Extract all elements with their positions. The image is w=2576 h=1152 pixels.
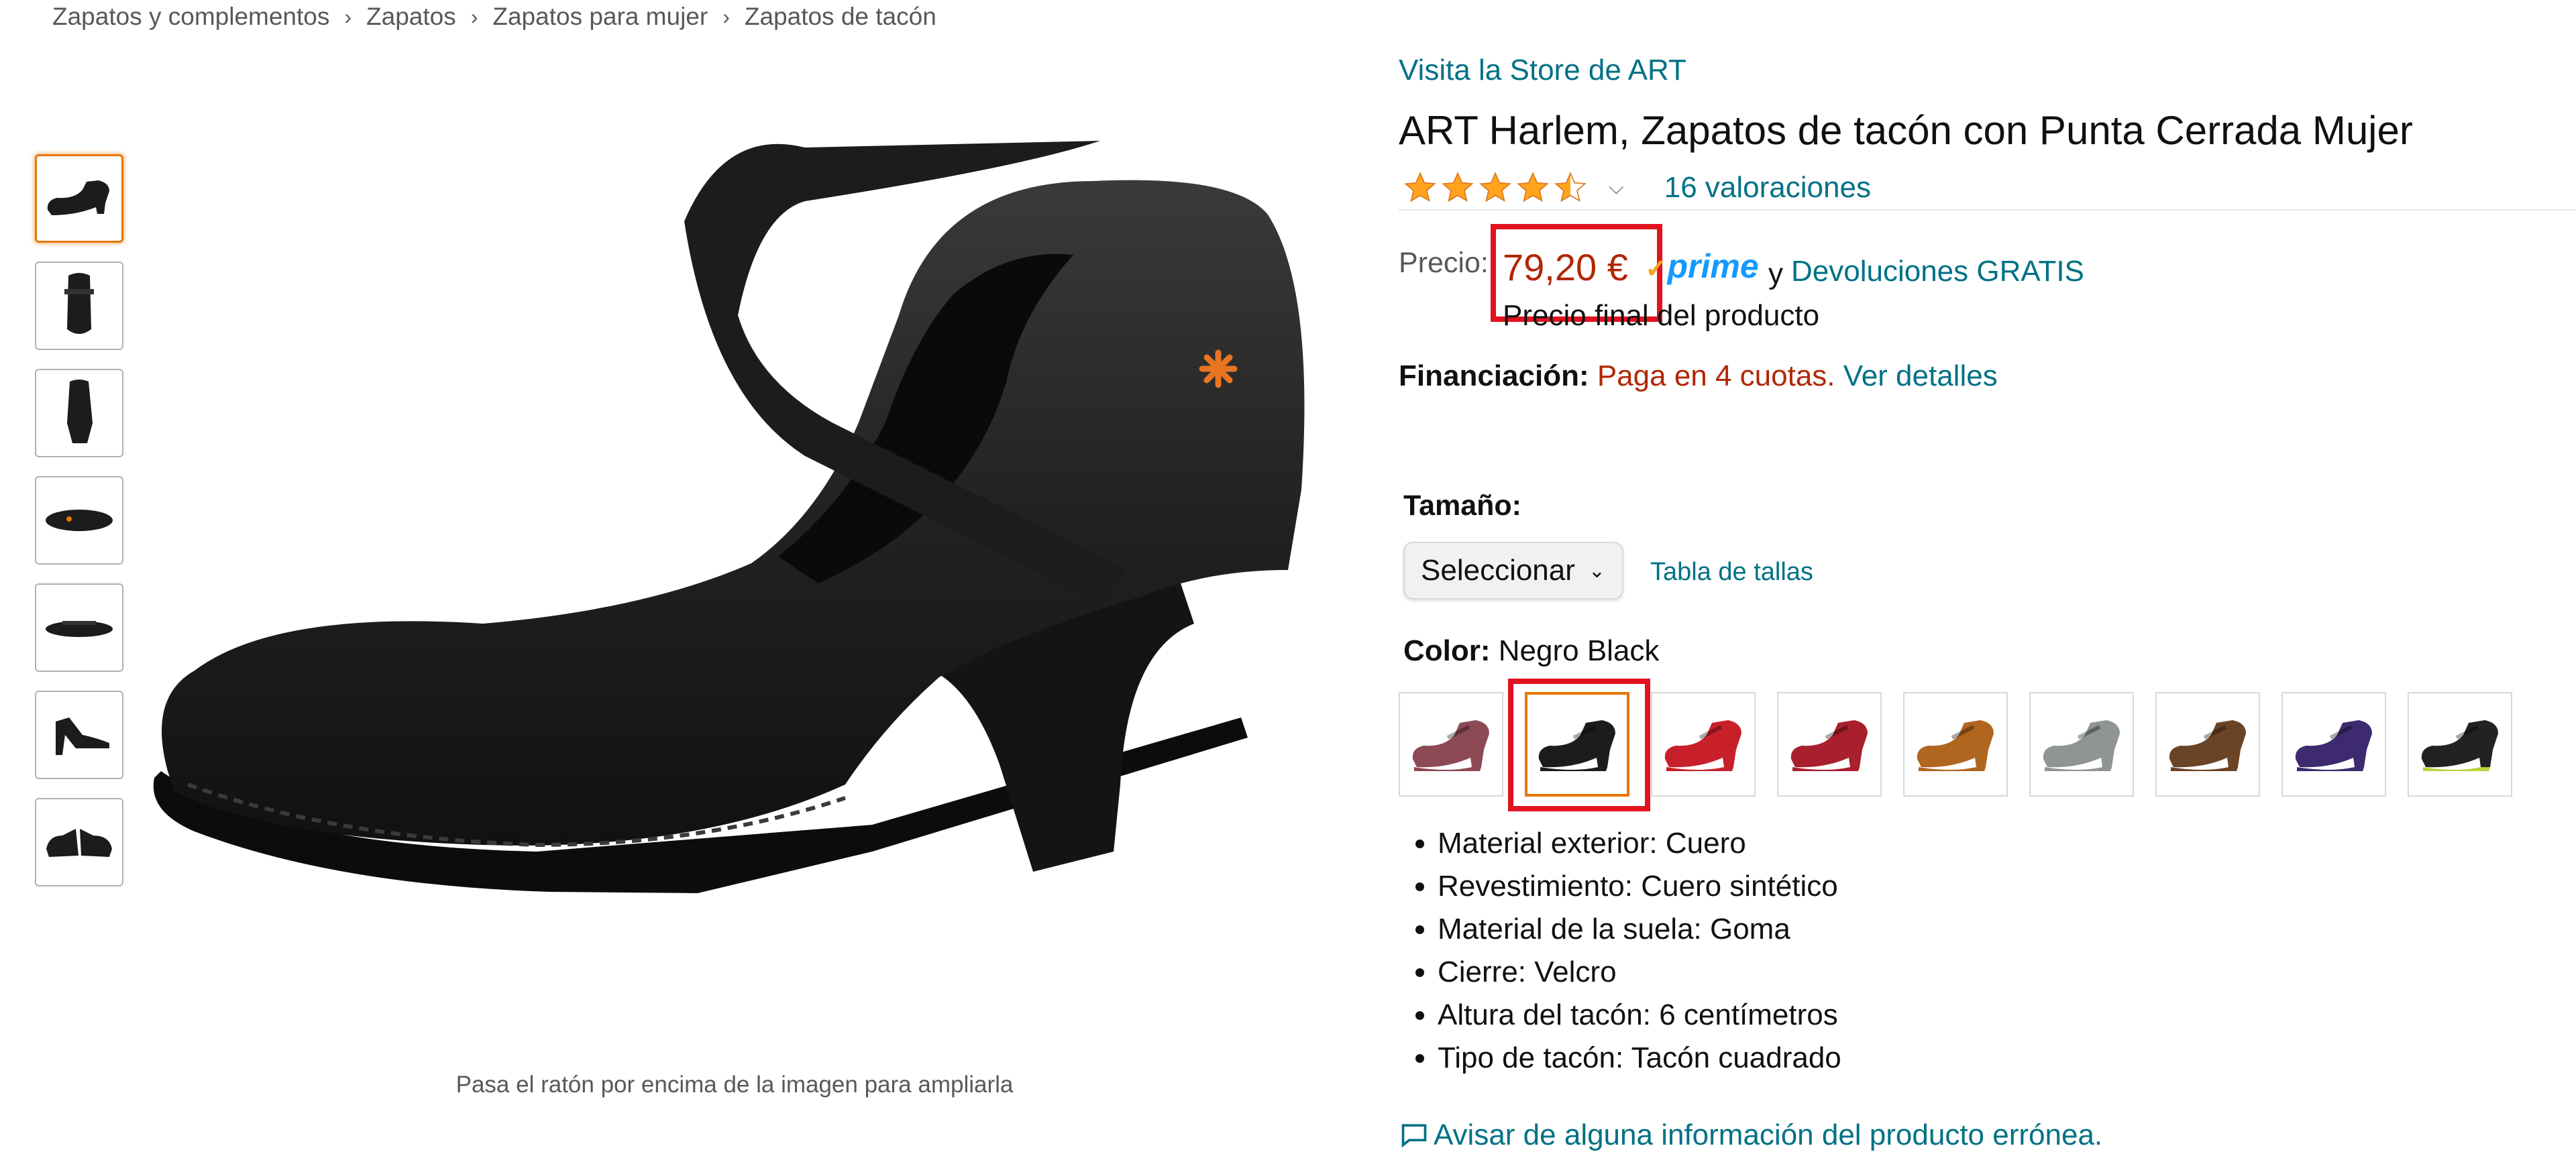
prime-check-icon: ✓ [1645, 254, 1668, 284]
breadcrumb-item[interactable]: Zapatos [366, 3, 456, 31]
prime-badge: ✓prime [1645, 247, 1759, 285]
star-icon [1479, 172, 1511, 203]
report-info-text: Avisar de alguna información del product… [1434, 1118, 2103, 1151]
price-value: 79,20 € [1503, 246, 1628, 288]
star-icon [1442, 172, 1474, 203]
feature-list: Material exterior: Cuero Revestimiento: … [1399, 822, 1841, 1080]
shoe-swatch-icon [2169, 720, 2246, 771]
star-half-icon [1554, 172, 1587, 203]
thumbnail-list [35, 154, 126, 905]
image-hover-hint: Pasa el ratón por encima de la imagen pa… [455, 1072, 1014, 1098]
size-dropdown[interactable]: Seleccionar ⌄ [1403, 542, 1623, 599]
conjunction-text: y [1768, 257, 1783, 290]
color-swatch-brown[interactable] [2155, 692, 2260, 797]
divider [1399, 209, 2576, 211]
ratings-count-link[interactable]: 16 valoraciones [1664, 171, 1871, 205]
star-rating[interactable] [1402, 170, 1589, 205]
shoe-swatch-icon [2043, 720, 2120, 771]
shoe-swatch-icon [1664, 720, 1741, 771]
product-title: ART Harlem, Zapatos de tacón con Punta C… [1399, 108, 2413, 153]
size-chart-link[interactable]: Tabla de tallas [1650, 558, 1813, 587]
color-row: Color: Negro Black [1403, 634, 1659, 668]
financing-details-link[interactable]: Ver detalles [1843, 359, 1998, 392]
thumbnail-2[interactable] [35, 262, 123, 350]
shoe-swatch-icon [2421, 720, 2498, 771]
chevron-down-icon[interactable]: ⌵ [1609, 176, 1624, 199]
size-dropdown-value: Seleccionar [1421, 554, 1575, 587]
thumbnail-4[interactable] [35, 476, 123, 565]
feature-item: Revestimiento: Cuero sintético [1438, 865, 1841, 908]
financing-installments: Paga en 4 cuotas. [1597, 359, 1835, 392]
color-swatch-mauve[interactable] [1399, 692, 1503, 797]
feature-item: Cierre: Velcro [1438, 951, 1841, 994]
color-swatch-grey[interactable] [2029, 692, 2134, 797]
feature-item: Material de la suela: Goma [1438, 908, 1841, 951]
feature-item: Tipo de tacón: Tacón cuadrado [1438, 1037, 1841, 1080]
color-label: Color: [1403, 634, 1491, 667]
chevron-right-icon: › [722, 4, 730, 29]
thumbnail-5[interactable] [35, 583, 123, 672]
shoe-swatch-icon [1917, 720, 1994, 771]
thumbnail-1[interactable] [35, 154, 123, 243]
free-returns-link[interactable]: Devoluciones GRATIS [1791, 255, 2084, 288]
product-main-image[interactable] [134, 141, 1328, 966]
color-swatch-dark-red[interactable] [1777, 692, 1882, 797]
price-final-note: Precio final del producto [1503, 299, 1820, 332]
breadcrumb: Zapatos y complementos › Zapatos › Zapat… [52, 0, 936, 34]
star-icon [1404, 172, 1436, 203]
comment-icon [1401, 1124, 1427, 1148]
breadcrumb-item[interactable]: Zapatos para mujer [492, 3, 708, 31]
price-label: Precio: [1399, 247, 1489, 279]
thumbnail-6[interactable] [35, 691, 123, 779]
financing-row: Financiación: Paga en 4 cuotas. Ver deta… [1399, 359, 1998, 393]
rating-row: ⌵ 16 valoraciones [1402, 164, 1871, 211]
color-swatch-purple[interactable] [2282, 692, 2386, 797]
chevron-right-icon: › [470, 4, 478, 29]
color-swatch-red[interactable] [1651, 692, 1756, 797]
color-swatch-tan[interactable] [1903, 692, 2008, 797]
star-icon [1517, 172, 1549, 203]
chevron-right-icon: › [344, 4, 352, 29]
chevron-down-icon: ⌄ [1588, 559, 1606, 582]
color-swatch-black-lime[interactable] [2408, 692, 2512, 797]
financing-label: Financiación: [1399, 359, 1589, 392]
feature-item: Altura del tacón: 6 centímetros [1438, 994, 1841, 1037]
shoe-swatch-icon [1790, 720, 1868, 771]
shoe-swatch-icon [1412, 720, 1489, 771]
swatch-highlight-box [1508, 679, 1650, 811]
breadcrumb-item[interactable]: Zapatos y complementos [52, 3, 329, 31]
feature-item: Material exterior: Cuero [1438, 822, 1841, 865]
breadcrumb-item[interactable]: Zapatos de tacón [745, 3, 936, 31]
store-link[interactable]: Visita la Store de ART [1399, 54, 1686, 87]
shoe-swatch-icon [2295, 720, 2372, 771]
color-selected-name: Negro Black [1498, 634, 1660, 667]
thumbnail-7[interactable] [35, 798, 123, 886]
thumbnail-3[interactable] [35, 369, 123, 457]
size-label: Tamaño: [1403, 489, 1521, 522]
report-info-link[interactable]: Avisar de alguna información del product… [1399, 1118, 2102, 1152]
